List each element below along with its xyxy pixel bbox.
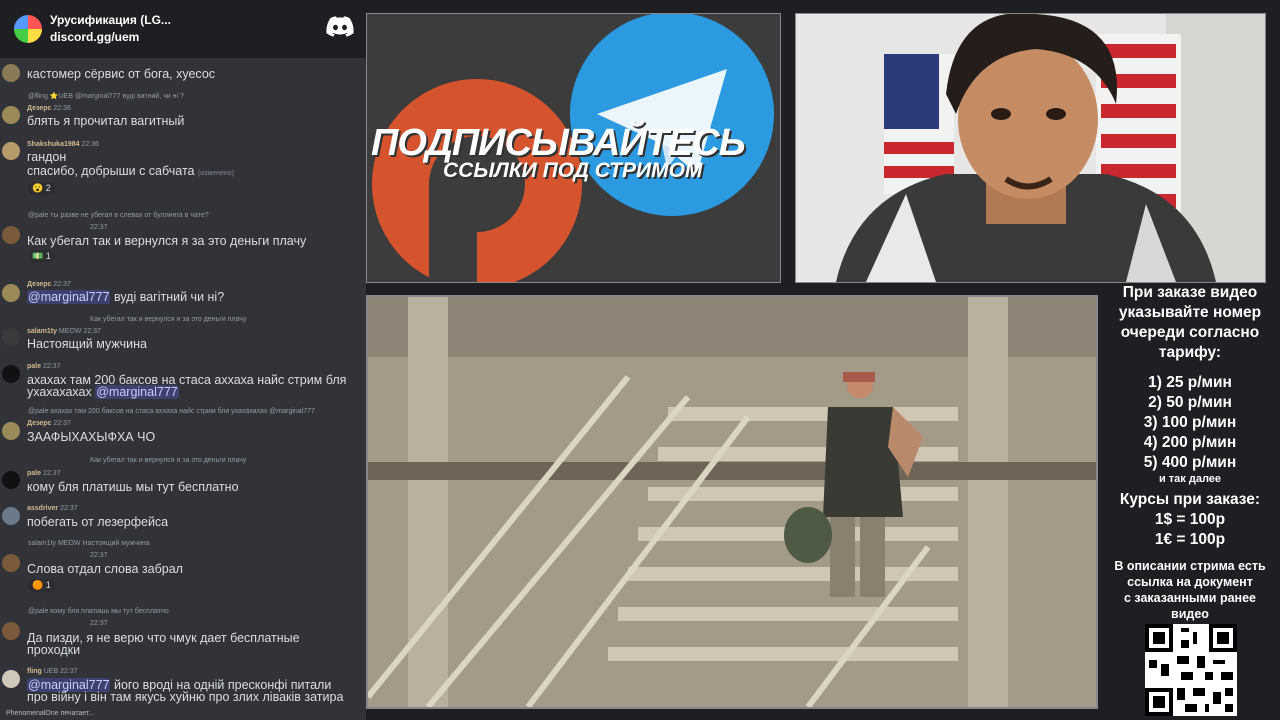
tariff-item: 1) 25 р/мин xyxy=(1148,374,1232,391)
timestamp: 22:36 xyxy=(81,141,100,148)
username[interactable]: salam1ty xyxy=(27,328,57,335)
user-badge: MEOW xyxy=(58,328,82,335)
username[interactable]: Дезерс xyxy=(27,420,51,427)
reply-preview[interactable]: @fling ⭐UEB @marginal777 вуді ватний, чи… xyxy=(28,92,184,100)
message-text: кому бля платишь мы тут бесплатно xyxy=(27,480,239,494)
typing-indicator: PhenomenalOne печатает... xyxy=(6,710,95,717)
message-text: Слова отдал слова забрал xyxy=(27,562,183,576)
tariff-more: и так далее xyxy=(1158,473,1222,485)
timestamp: 22:37 xyxy=(53,420,71,427)
edited-label: (изменено) xyxy=(197,170,234,177)
order-info: При заказе видео указывайте номер очеред… xyxy=(1100,282,1280,720)
user-avatar[interactable] xyxy=(2,471,20,489)
tariff-item: 2) 50 р/мин xyxy=(1148,394,1232,411)
user-mention[interactable]: @marginal777 xyxy=(95,385,179,399)
video-player[interactable] xyxy=(366,295,1098,709)
user-avatar[interactable] xyxy=(2,422,20,440)
order-heading-line: очереди согласно xyxy=(1120,324,1260,341)
order-heading-line: тарифу: xyxy=(1158,344,1222,361)
message-text-line2: спасибо, добрыши с сабчата xyxy=(27,164,195,178)
username[interactable]: fling xyxy=(27,668,42,675)
reply-preview[interactable]: salam1ty MEOW Настоящий мужчина xyxy=(28,540,150,547)
video-frame xyxy=(368,297,1096,707)
timestamp: 22:37 xyxy=(90,552,108,559)
reaction[interactable]: 😮 2 xyxy=(28,182,55,195)
user-avatar[interactable] xyxy=(2,64,20,82)
chat-panel: Урусификация (LG... discord.gg/uem касто… xyxy=(0,0,366,720)
description-line: ссылка на документ xyxy=(1127,575,1253,589)
user-avatar[interactable] xyxy=(2,670,20,688)
promo-banner: ПОДПИСЫВАЙТЕСЬ ССЫЛКИ ПОД СТРИМОМ xyxy=(366,13,781,283)
timestamp: 22:37 xyxy=(42,363,61,370)
username[interactable]: assdriver xyxy=(27,505,58,512)
username[interactable]: pale xyxy=(27,470,41,477)
timestamp: 22:37 xyxy=(90,620,108,627)
telegram-logo xyxy=(570,14,774,216)
user-mention[interactable]: @marginal777 xyxy=(27,290,111,304)
reaction[interactable]: 🟠 1 xyxy=(28,579,55,592)
user-avatar[interactable] xyxy=(2,106,20,124)
timestamp: 22:37 xyxy=(60,668,78,675)
message-text: вуді вагітний чи ні? xyxy=(110,290,225,304)
promo-subtitle: ССЫЛКИ ПОД СТРИМОМ xyxy=(443,159,703,182)
server-logo xyxy=(14,15,42,43)
reply-preview[interactable]: @pale ты разве не убегал в слевах от бул… xyxy=(28,212,209,219)
qr-code[interactable] xyxy=(1145,624,1237,716)
reply-preview[interactable]: @pale кому бля платишь мы тут бесплатно xyxy=(28,608,169,615)
message-text: Настоящий мужчина xyxy=(27,337,147,351)
order-heading-line: указывайте номер xyxy=(1118,304,1262,321)
user-avatar[interactable] xyxy=(2,142,20,160)
webcam-feed xyxy=(795,13,1266,283)
user-avatar[interactable] xyxy=(2,554,20,572)
reply-preview[interactable]: Как убегал так и вернулся я за это деньг… xyxy=(90,316,246,323)
username[interactable]: Shakshuka1984 xyxy=(27,141,80,148)
flag-left xyxy=(884,54,954,194)
tariff-item: 3) 100 р/мин xyxy=(1143,414,1237,431)
timestamp: 22:37 xyxy=(83,328,101,335)
message-text: побегать от лезерфейса xyxy=(27,515,169,529)
message-text: ЗААФЫХАХЫФХА ЧО xyxy=(27,430,156,444)
user-avatar[interactable] xyxy=(2,328,20,346)
server-name: Урусификация (LG... xyxy=(50,13,171,27)
message-text-line2: ухахахахах xyxy=(27,385,96,399)
message-text: гандон xyxy=(27,150,67,164)
course-item: 1$ = 100р xyxy=(1154,511,1226,528)
user-avatar[interactable] xyxy=(2,284,20,302)
course-item: 1€ = 100р xyxy=(1154,531,1226,548)
message-text: Как убегал так и вернулся я за это деньг… xyxy=(27,234,307,248)
message-text-line2: про війну і він там якусь хуйню про злих… xyxy=(27,690,344,704)
reaction[interactable]: 💵 1 xyxy=(28,250,55,263)
message-text: блять я прочитал вагитный xyxy=(27,114,185,128)
discord-icon xyxy=(326,16,354,37)
timestamp: 22:37 xyxy=(42,470,61,477)
user-avatar[interactable] xyxy=(2,365,20,383)
reply-preview[interactable]: @pale ахахах там 200 баксов на стаса ахх… xyxy=(28,408,315,415)
reply-preview[interactable]: Как убегал так и вернулся я за это деньг… xyxy=(90,457,246,464)
message-text-line2: проходки xyxy=(27,643,81,657)
user-avatar[interactable] xyxy=(2,622,20,640)
timestamp: 22:36 xyxy=(53,105,71,112)
username[interactable]: pale xyxy=(27,363,41,370)
tariff-item: 5) 400 р/мин xyxy=(1143,454,1237,471)
message-text: кастомер сёрвис от бога, хуесос xyxy=(27,67,216,81)
timestamp: 22:37 xyxy=(90,224,108,231)
timestamp: 22:37 xyxy=(53,281,71,288)
tariff-item: 4) 200 р/мин xyxy=(1143,434,1237,451)
order-heading-line: При заказе видео xyxy=(1122,284,1258,301)
description-line: В описании стрима есть xyxy=(1114,559,1266,573)
user-avatar[interactable] xyxy=(2,226,20,244)
username[interactable]: Дезерс xyxy=(27,281,51,288)
description-line: видео xyxy=(1171,607,1209,621)
courses-title: Курсы при заказе: xyxy=(1119,491,1261,508)
username[interactable]: Дезерс xyxy=(27,105,51,112)
description-line: с заказанными ранее xyxy=(1123,591,1256,605)
user-badge: UEB xyxy=(43,668,59,675)
webcam-image xyxy=(796,14,1265,282)
user-avatar[interactable] xyxy=(2,507,20,525)
invite-link[interactable]: discord.gg/uem xyxy=(50,29,171,46)
chat-header: Урусификация (LG... discord.gg/uem xyxy=(0,0,366,58)
timestamp: 22:37 xyxy=(60,505,78,512)
